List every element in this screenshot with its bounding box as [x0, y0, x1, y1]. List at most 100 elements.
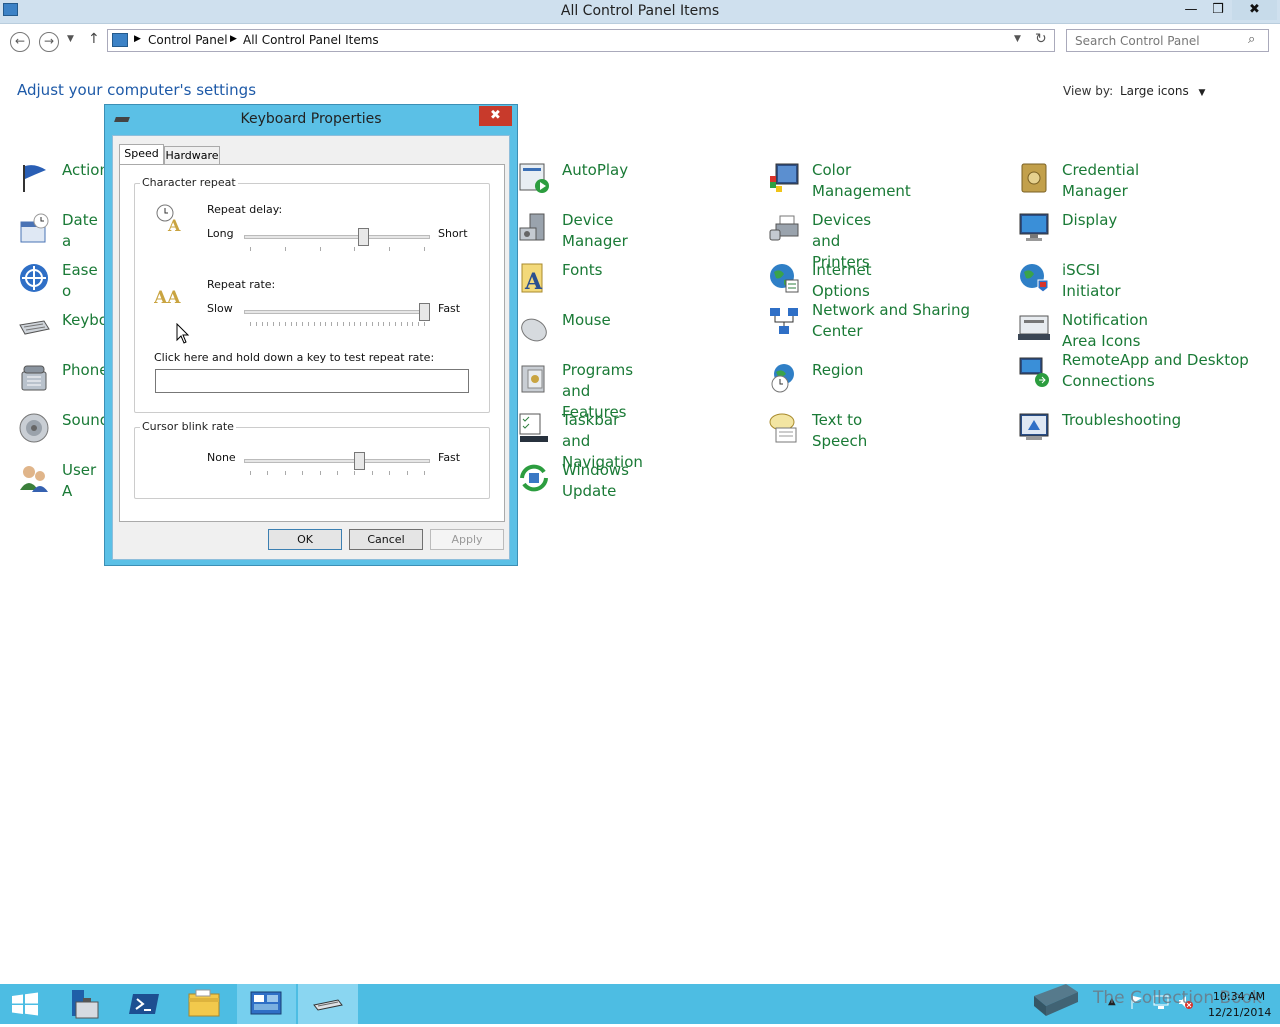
taskbar-powershell[interactable] [116, 984, 172, 1024]
cursor-blink-slider[interactable] [244, 451, 430, 477]
iscsi-globe-icon [1018, 262, 1050, 294]
dialog-body: Speed Hardware Character repeat A Repeat… [112, 135, 510, 560]
taskbar-clock[interactable]: 10:34 AM 12/21/2014 [1208, 989, 1271, 1021]
keyboard-icon [313, 999, 343, 1011]
search-box[interactable]: Search Control Panel ⌕ [1066, 29, 1269, 52]
svg-text:A: A [524, 269, 543, 294]
slider-tick [291, 322, 292, 326]
repeat-delay-label: Repeat delay: [207, 203, 283, 216]
test-repeat-label: Click here and hold down a key to test r… [154, 351, 435, 364]
item-label: Troubleshooting [1062, 411, 1182, 429]
slider-tick [407, 322, 408, 326]
ok-button[interactable]: OK [268, 529, 342, 550]
item-label: Region [812, 361, 864, 379]
slider-tick [250, 247, 251, 251]
remote-desktop-icon [1018, 356, 1050, 388]
window-title-bar: All Control Panel Items — ❒ ✖ [0, 0, 1280, 24]
slider-tick [378, 322, 379, 326]
refresh-icon[interactable]: ↻ [1035, 31, 1047, 47]
restore-button[interactable]: ❒ [1205, 0, 1231, 20]
monitor-icon [1018, 212, 1050, 244]
slider-tick [302, 322, 303, 326]
repeat-rate-slider[interactable] [244, 302, 430, 328]
taskbar-file-explorer[interactable] [176, 984, 232, 1024]
taskbar-server-manager[interactable] [56, 984, 112, 1024]
slider-track[interactable] [244, 235, 430, 239]
slider-tick [395, 322, 396, 326]
up-button[interactable]: ↑ [88, 31, 100, 47]
phone-icon [18, 362, 50, 394]
slider-thumb[interactable] [358, 228, 369, 246]
start-button[interactable] [0, 984, 56, 1024]
slider-tick [383, 322, 384, 326]
slider-tick [279, 322, 280, 326]
dialog-close-button[interactable]: ✖ [479, 106, 512, 126]
item-label: Text to Speech [812, 411, 868, 450]
group-title: Cursor blink rate [140, 420, 236, 433]
server-manager-icon [72, 990, 99, 1019]
breadcrumb-all-items[interactable]: All Control Panel Items [243, 33, 379, 47]
slider-tick [285, 471, 286, 475]
slider-tick [267, 471, 268, 475]
slider-tick [302, 471, 303, 475]
breadcrumb-separator-icon: ▶ [230, 34, 237, 44]
item-label: User A [62, 461, 97, 500]
cancel-button[interactable]: Cancel [349, 529, 423, 550]
item-label: Network and Sharing Center [812, 301, 970, 340]
slider-track[interactable] [244, 310, 430, 314]
calendar-clock-icon [18, 212, 50, 244]
item-label: Keybo [62, 311, 108, 329]
speaker-icon [18, 412, 50, 444]
globe-icon [768, 262, 800, 294]
address-dropdown-icon[interactable]: ▼ [1014, 34, 1021, 44]
taskbar-control-panel[interactable] [237, 984, 296, 1024]
autoplay-icon [518, 162, 550, 194]
notification-icon [1018, 312, 1050, 344]
slider-tick [337, 322, 338, 326]
repeat-delay-slider[interactable] [244, 227, 430, 253]
fonts-icon: A [518, 262, 550, 295]
windows-update-icon [518, 462, 550, 494]
slider-tick [267, 322, 268, 326]
item-label: Date a [62, 211, 98, 250]
slider-thumb[interactable] [354, 452, 365, 470]
item-label: Notification Area Icons [1062, 311, 1149, 350]
taskbar-keyboard-properties[interactable] [298, 984, 358, 1024]
slider-tick [366, 322, 367, 326]
close-button[interactable]: ✖ [1232, 0, 1277, 20]
repeat-delay-icon: A [154, 203, 186, 235]
mouse-icon [518, 312, 550, 344]
minimize-button[interactable]: — [1178, 0, 1204, 20]
item-label: Action [62, 161, 109, 179]
search-icon[interactable]: ⌕ [1248, 32, 1255, 47]
slider-tick [372, 471, 373, 475]
device-manager-icon [518, 212, 550, 244]
breadcrumb-control-panel[interactable]: Control Panel [148, 33, 228, 47]
search-input[interactable]: Search Control Panel [1075, 34, 1200, 48]
view-by-value[interactable]: Large icons [1120, 84, 1189, 98]
slider-thumb[interactable] [419, 303, 430, 321]
view-by-dropdown[interactable]: Large icons ▼ [1120, 84, 1205, 98]
recent-locations-chevron-icon[interactable]: ▼ [67, 34, 74, 44]
forward-button[interactable]: → [39, 32, 59, 52]
svg-text:AA: AA [154, 288, 181, 307]
back-button[interactable]: ← [10, 32, 30, 52]
test-repeat-input[interactable] [155, 369, 469, 393]
slider-tick [389, 471, 390, 475]
tab-hardware[interactable]: Hardware [164, 146, 220, 166]
item-label: Sound [62, 411, 110, 429]
mouse-cursor-icon [176, 322, 190, 345]
apply-button[interactable]: Apply [430, 529, 504, 550]
keyboard-properties-dialog: Keyboard Properties ✖ Speed Hardware Cha… [104, 104, 518, 566]
slider-track[interactable] [244, 459, 430, 463]
slider-tick [320, 471, 321, 475]
programs-icon [518, 362, 550, 394]
repeat-delay-max-label: Short [438, 227, 468, 240]
item-label: Mouse [562, 311, 611, 329]
slider-tick [273, 322, 274, 326]
slider-tick [320, 247, 321, 251]
item-label: Phone [62, 361, 109, 379]
address-bar[interactable]: ▶ Control Panel ▶ All Control Panel Item… [107, 29, 1055, 52]
slider-tick [296, 322, 297, 326]
tab-speed[interactable]: Speed [119, 144, 164, 166]
